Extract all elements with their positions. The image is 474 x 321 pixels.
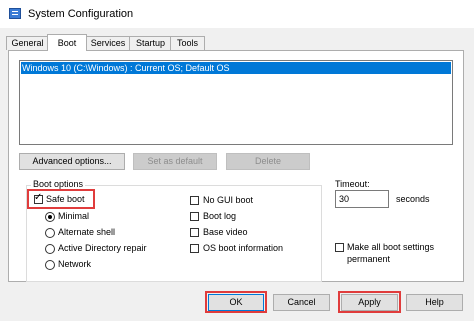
timeout-input[interactable]: 30 bbox=[335, 190, 389, 208]
base-video-label: Base video bbox=[203, 227, 248, 237]
network-label: Network bbox=[58, 259, 92, 269]
apply-button[interactable]: Apply bbox=[341, 294, 398, 311]
os-boot-information-checkbox[interactable] bbox=[190, 244, 199, 253]
delete-button[interactable]: Delete bbox=[226, 153, 310, 170]
tab-services[interactable]: Services bbox=[85, 36, 131, 50]
minimal-label: Minimal bbox=[58, 211, 90, 221]
alternate-shell-label: Alternate shell bbox=[58, 227, 116, 237]
tab-general[interactable]: General bbox=[6, 36, 49, 50]
safe-boot-label: Safe boot bbox=[46, 194, 85, 204]
network-radio[interactable] bbox=[45, 260, 55, 270]
tab-tools[interactable]: Tools bbox=[170, 36, 205, 50]
make-permanent-label-line1: Make all boot settings bbox=[347, 242, 435, 252]
active-directory-repair-label: Active Directory repair bbox=[58, 243, 147, 253]
make-permanent-label-line2: permanent bbox=[347, 254, 391, 264]
make-permanent-checkbox[interactable] bbox=[335, 243, 344, 252]
boot-log-checkbox[interactable] bbox=[190, 212, 199, 221]
ok-button[interactable]: OK bbox=[208, 294, 264, 311]
tab-boot[interactable]: Boot bbox=[47, 34, 87, 51]
tab-strip: General Boot Services Startup Tools bbox=[6, 34, 466, 51]
timeout-label: Timeout: bbox=[335, 179, 370, 189]
advanced-options-button[interactable]: Advanced options... bbox=[19, 153, 125, 170]
help-button[interactable]: Help bbox=[406, 294, 463, 311]
active-directory-repair-radio[interactable] bbox=[45, 244, 55, 254]
boot-log-label: Boot log bbox=[203, 211, 237, 221]
window-title: System Configuration bbox=[28, 8, 134, 20]
alternate-shell-radio[interactable] bbox=[45, 228, 55, 238]
tab-startup[interactable]: Startup bbox=[129, 36, 172, 50]
system-config-icon bbox=[9, 8, 21, 19]
os-boot-information-label: OS boot information bbox=[203, 243, 284, 253]
os-list-item-selected[interactable]: Windows 10 (C:\Windows) : Current OS; De… bbox=[21, 62, 451, 74]
base-video-checkbox[interactable] bbox=[190, 228, 199, 237]
timeout-unit: seconds bbox=[396, 194, 430, 204]
set-as-default-button[interactable]: Set as default bbox=[133, 153, 217, 170]
boot-options-label: Boot options bbox=[31, 179, 86, 189]
cancel-button[interactable]: Cancel bbox=[273, 294, 330, 311]
safe-boot-checkbox[interactable] bbox=[34, 192, 43, 204]
minimal-radio[interactable] bbox=[45, 212, 55, 222]
no-gui-boot-checkbox[interactable] bbox=[190, 196, 199, 205]
no-gui-boot-label: No GUI boot bbox=[203, 195, 254, 205]
